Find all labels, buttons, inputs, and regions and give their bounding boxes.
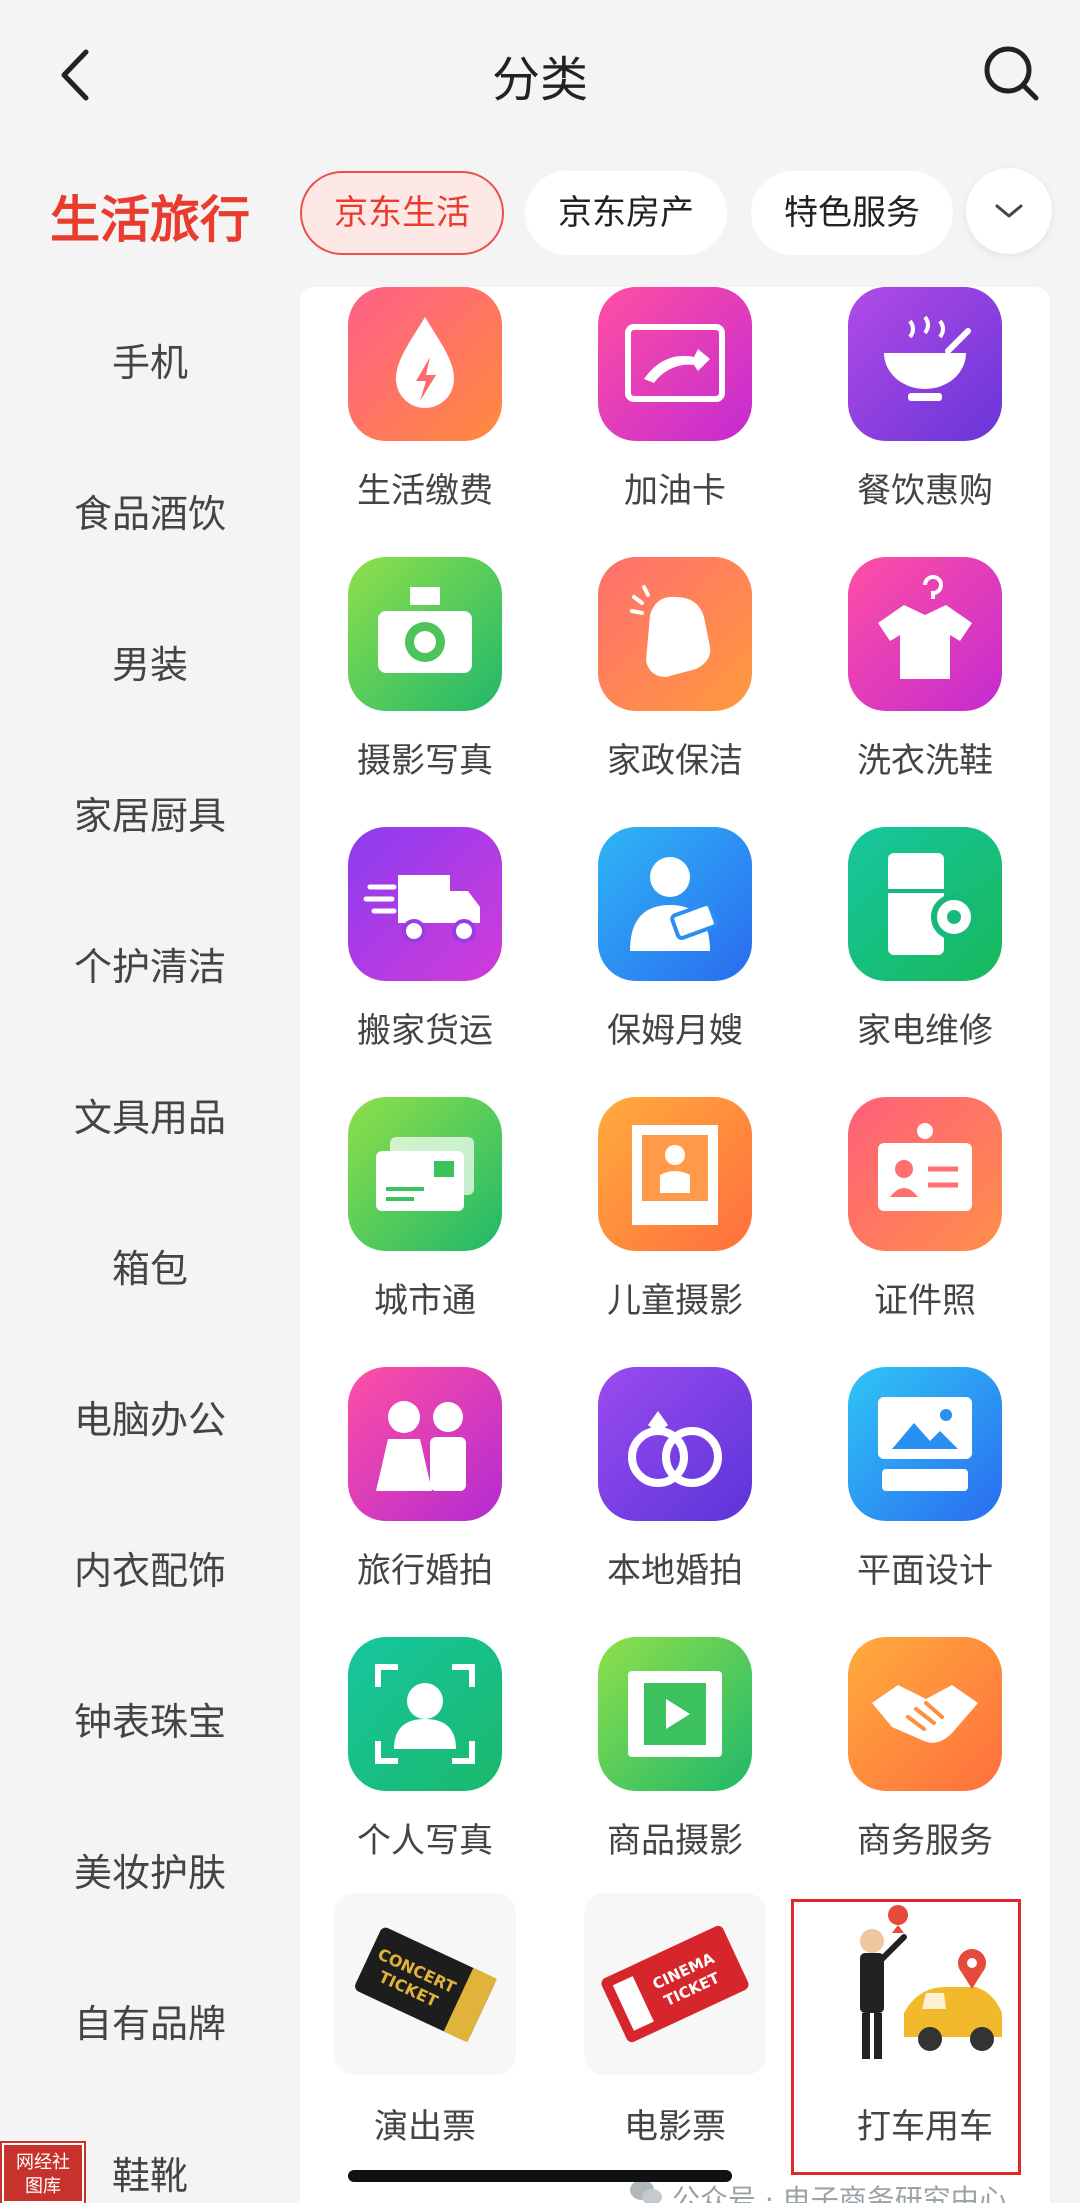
chip-jd-life[interactable]: 京东生活 [300, 171, 504, 255]
chip-special-services[interactable]: 特色服务 [751, 171, 953, 255]
search-icon [984, 46, 1039, 101]
sidebar-item[interactable]: 手机 [0, 333, 300, 393]
grid-item-label: 加油卡 [624, 471, 726, 511]
grid-item-label: 儿童摄影 [607, 1281, 743, 1321]
id-badge-icon [848, 1097, 1002, 1251]
grid-item-label: 餐饮惠购 [857, 471, 993, 511]
grid-item-label: 商务服务 [857, 1821, 993, 1861]
grid-item-graphic-design[interactable]: 平面设计 [800, 1367, 1050, 1637]
shirt-hanger-icon [848, 557, 1002, 711]
city-card-icon [348, 1097, 502, 1251]
sidebar-item[interactable]: 美妆护肤 [0, 1843, 300, 1903]
grid-item-child-photography[interactable]: 儿童摄影 [550, 1097, 800, 1367]
sidebar-item[interactable]: 男装 [0, 635, 300, 695]
portrait-frame-icon [348, 1637, 502, 1791]
expand-tabs-button[interactable] [966, 168, 1052, 254]
grid-item-housekeeping[interactable]: 家政保洁 [550, 557, 800, 827]
grid-item-moving[interactable]: 搬家货运 [300, 827, 550, 1097]
grid-item-laundry[interactable]: 洗衣洗鞋 [800, 557, 1050, 827]
sidebar-item[interactable]: 个护清洁 [0, 937, 300, 997]
grid-item-utility-payment[interactable]: 生活缴费 [300, 287, 550, 557]
monitor-keyboard-icon [848, 1367, 1002, 1521]
grid-item-label: 个人写真 [357, 1821, 493, 1861]
sidebar-item[interactable]: 自有品牌 [0, 1994, 300, 2054]
home-indicator[interactable] [348, 2170, 732, 2182]
grid-item-label: 搬家货运 [357, 1011, 493, 1051]
grid-item-label: 保姆月嫂 [607, 1011, 743, 1051]
concert-ticket-icon: CONCERT TICKET [355, 1927, 497, 2043]
grid-item-nanny[interactable]: 保姆月嫂 [550, 827, 800, 1097]
fridge-gear-icon [848, 827, 1002, 981]
rings-icon [598, 1367, 752, 1521]
grid-item-label: 城市通 [374, 1281, 476, 1321]
truck-icon [348, 827, 502, 981]
service-grid-panel: 生活缴费 加油卡 餐饮惠购 摄影写真 家政保洁 洗衣洗鞋 搬家货运 保姆月嫂 家… [300, 287, 1050, 2203]
grid-item-local-wedding-photo[interactable]: 本地婚拍 [550, 1367, 800, 1637]
sidebar-item[interactable]: 电脑办公 [0, 1390, 300, 1450]
grid-item-id-photo[interactable]: 证件照 [800, 1097, 1050, 1367]
child-photo-icon [598, 1097, 752, 1251]
grid-item-label: 本地婚拍 [607, 1551, 743, 1591]
search-button[interactable] [980, 42, 1042, 104]
grid-item-movie-tickets[interactable]: CINEMA TICKET 电影票 [550, 1893, 800, 2177]
grid-item-show-tickets[interactable]: CONCERT TICKET 演出票 [300, 1893, 550, 2177]
couple-icon [348, 1367, 502, 1521]
cleaning-glove-icon [598, 557, 752, 711]
grid-item-photo-shoot[interactable]: 摄影写真 [300, 557, 550, 827]
grid-item-label: 家电维修 [857, 1011, 993, 1051]
grid-item-label: 演出票 [374, 2107, 476, 2147]
grid-item-business-services[interactable]: 商务服务 [800, 1637, 1050, 1907]
cinema-ticket-icon: CINEMA TICKET [601, 1925, 749, 2043]
sidebar-item[interactable]: 食品酒饮 [0, 484, 300, 544]
stamp-logo: 网经社 图库 [0, 2141, 86, 2203]
sidebar-item[interactable]: 文具用品 [0, 1088, 300, 1148]
sidebar-item[interactable]: 钟表珠宝 [0, 1692, 300, 1752]
page-title: 分类 [491, 52, 588, 108]
sidebar-item-active[interactable]: 生活旅行 [0, 180, 300, 252]
grid-item-label: 商品摄影 [607, 1821, 743, 1861]
sidebar-item[interactable]: 家居厨具 [0, 786, 300, 846]
grid-item-appliance-repair[interactable]: 家电维修 [800, 827, 1050, 1097]
chip-jd-property[interactable]: 京东房产 [525, 171, 727, 255]
grid-item-fuel-card[interactable]: 加油卡 [550, 287, 800, 557]
sidebar-item[interactable]: 内衣配饰 [0, 1541, 300, 1601]
grid-item-label: 洗衣洗鞋 [857, 741, 993, 781]
highlight-box [791, 1899, 1021, 2175]
top-bar: 分类 [0, 0, 1080, 150]
handshake-icon [848, 1637, 1002, 1791]
camera-icon [348, 557, 502, 711]
category-sidebar: 生活旅行 手机 食品酒饮 男装 家居厨具 个护清洁 文具用品 箱包 电脑办公 内… [0, 150, 300, 2203]
grid-item-label: 家政保洁 [607, 741, 743, 781]
grid-item-dining-deals[interactable]: 餐饮惠购 [800, 287, 1050, 557]
grid-item-label: 电影票 [624, 2107, 726, 2147]
bowl-icon [848, 287, 1002, 441]
subcategory-tabs: 京东生活 京东房产 特色服务 [300, 165, 1080, 260]
nanny-icon [598, 827, 752, 981]
grid-item-travel-wedding-photo[interactable]: 旅行婚拍 [300, 1367, 550, 1637]
film-play-icon [598, 1637, 752, 1791]
chevron-down-icon [995, 204, 1023, 218]
grid-item-label: 证件照 [874, 1281, 976, 1321]
water-drop-bolt-icon [348, 287, 502, 441]
grid-item-personal-portrait[interactable]: 个人写真 [300, 1637, 550, 1907]
grid-item-label: 平面设计 [857, 1551, 993, 1591]
grid-item-label: 摄影写真 [357, 741, 493, 781]
sidebar-item[interactable]: 箱包 [0, 1239, 300, 1299]
grid-item-city-pass[interactable]: 城市通 [300, 1097, 550, 1367]
grid-item-label: 旅行婚拍 [357, 1551, 493, 1591]
grid-item-label: 生活缴费 [357, 471, 493, 511]
grid-item-product-photography[interactable]: 商品摄影 [550, 1637, 800, 1907]
fuel-card-icon [598, 287, 752, 441]
